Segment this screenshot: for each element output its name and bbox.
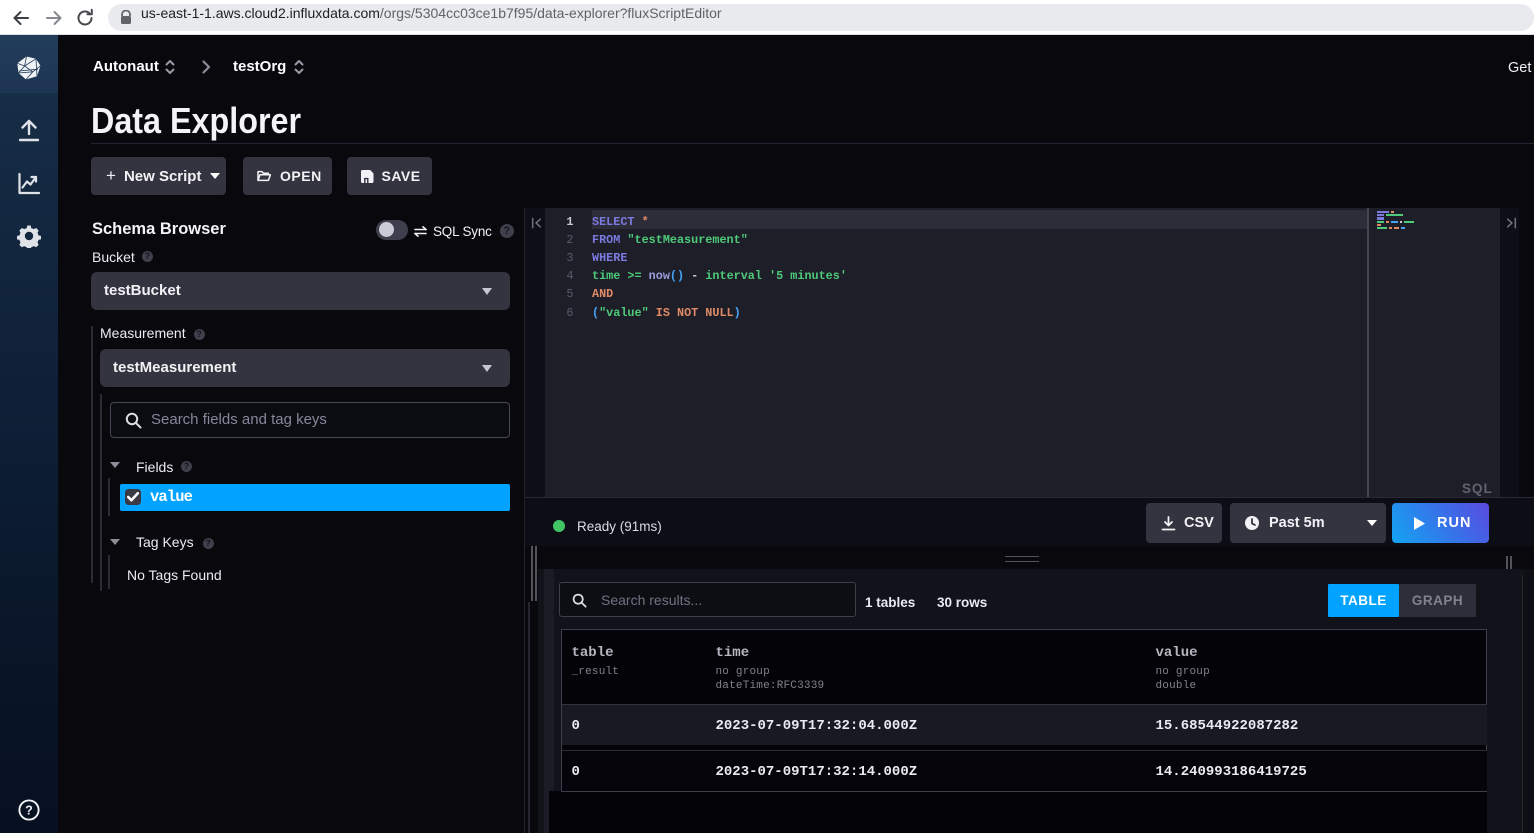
svg-text:?: ?: [25, 803, 33, 817]
